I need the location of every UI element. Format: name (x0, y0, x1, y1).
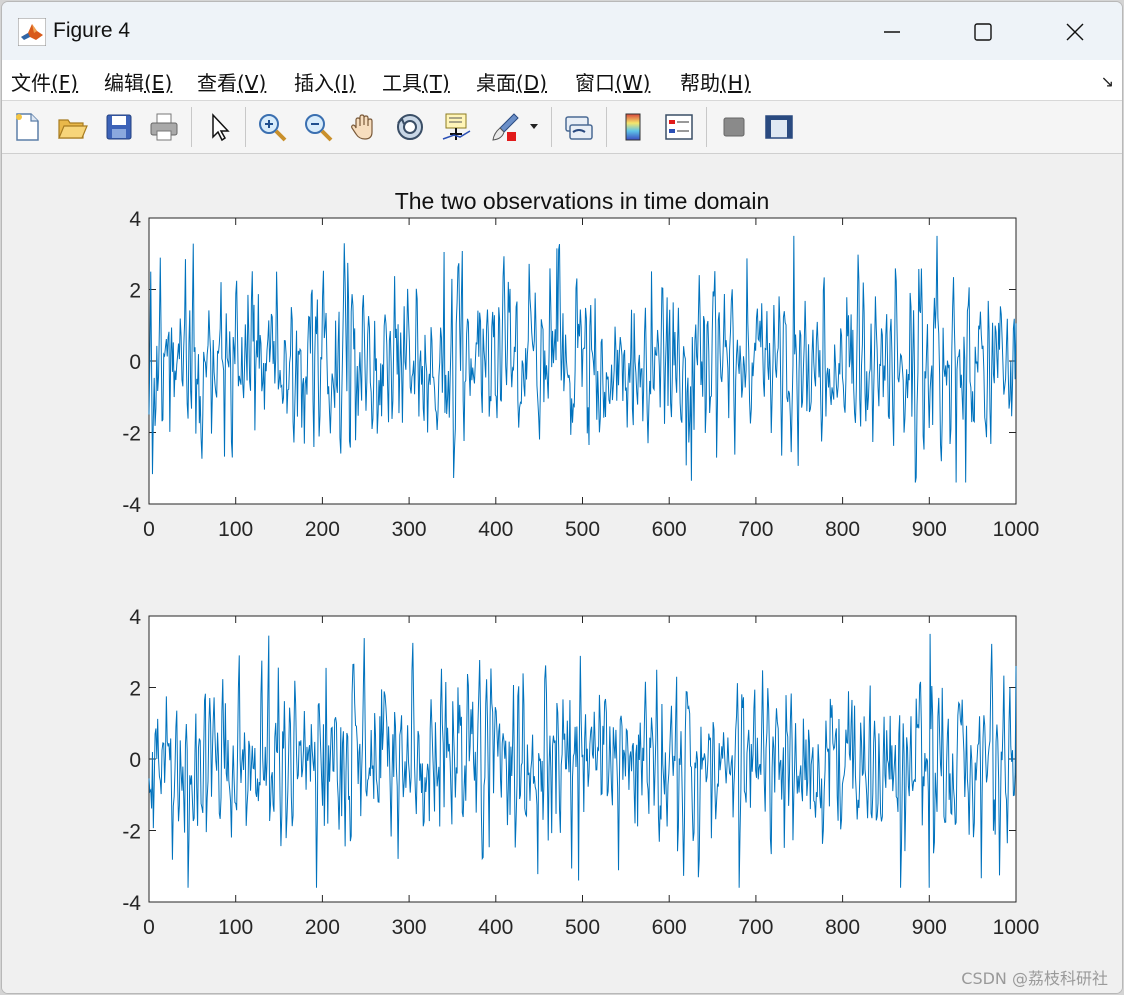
x-tick-label: 400 (478, 518, 513, 541)
toolbar-separator (606, 107, 607, 147)
open-icon (58, 119, 88, 139)
y-tick-label: 4 (129, 208, 141, 231)
x-tick-label: 500 (565, 518, 600, 541)
hide-plot-tools-button[interactable] (716, 109, 752, 145)
menu-view[interactable]: 查看(V) (197, 67, 266, 96)
menu-desktop[interactable]: 桌面(D) (476, 67, 547, 96)
figure-window: Figure 4 文件(F) 编辑(E) 查看(V) 插入(I) 工具(T) 桌… (1, 1, 1123, 994)
x-tick-label: 0 (143, 518, 155, 541)
new-figure-button[interactable] (9, 109, 45, 145)
zoom-in-icon (259, 114, 287, 142)
rotate-3d-icon (397, 114, 423, 140)
y-tick-label: -2 (122, 821, 141, 844)
brush-dropdown-button[interactable] (526, 109, 542, 145)
zoom-in-button[interactable] (254, 109, 290, 145)
toolbar-separator (551, 107, 552, 147)
close-button[interactable] (1052, 12, 1098, 52)
print-icon (150, 113, 178, 141)
dock-arrow-icon[interactable]: ↘ (1101, 72, 1114, 91)
y-tick-label: 4 (129, 606, 141, 629)
data-cursor-icon (442, 113, 471, 140)
menu-insert[interactable]: 插入(I) (294, 67, 356, 96)
figure-canvas: The two observations in time domain 0 100… (2, 154, 1122, 993)
x-tick-label: 300 (392, 518, 427, 541)
menu-file[interactable]: 文件(F) (11, 67, 78, 96)
toolbar-separator (706, 107, 707, 147)
pan-hand-icon (351, 114, 373, 140)
x-tick-label: 800 (825, 916, 860, 939)
axes-top[interactable]: The two observations in time domain 0 100… (122, 188, 1039, 541)
x-tick-label: 400 (478, 916, 513, 939)
data-cursor-button[interactable] (438, 109, 474, 145)
toolbar (2, 101, 1122, 154)
edit-plot-button[interactable] (201, 109, 237, 145)
x-tick-label: 500 (565, 916, 600, 939)
axes-top-title: The two observations in time domain (395, 188, 770, 214)
zoom-out-button[interactable] (300, 109, 336, 145)
new-figure-icon (16, 113, 39, 141)
x-tick-label: 100 (218, 518, 253, 541)
watermark: CSDN @荔枝科研社 (961, 969, 1108, 988)
x-tick-label: 600 (652, 916, 687, 939)
menu-bar: 文件(F) 编辑(E) 查看(V) 插入(I) 工具(T) 桌面(D) 窗口(W… (2, 60, 1122, 101)
zoom-out-icon (305, 114, 333, 142)
plots-canvas: The two observations in time domain 0 100… (122, 188, 1039, 939)
link-plot-icon (565, 116, 593, 140)
menu-help[interactable]: 帮助(H) (680, 67, 751, 96)
minimize-button[interactable] (869, 12, 915, 52)
save-button[interactable] (101, 109, 137, 145)
menu-window[interactable]: 窗口(W) (575, 67, 650, 96)
save-icon (106, 114, 132, 140)
y-tick-label: 0 (129, 749, 141, 772)
maximize-button[interactable] (960, 12, 1006, 52)
axes-bottom[interactable]: 0 100 200 300 400 500 600 700 800 900 1000 -4 -2 0 2 4 (122, 606, 1039, 939)
open-button[interactable] (54, 109, 90, 145)
window-title: Figure 4 (53, 19, 131, 42)
y-tick-label: 0 (129, 351, 141, 374)
matlab-logo-icon (18, 18, 46, 46)
pan-button[interactable] (346, 109, 382, 145)
close-icon (1066, 23, 1084, 41)
x-tick-label: 1000 (993, 916, 1040, 939)
toolbar-separator (191, 107, 192, 147)
link-plot-button[interactable] (561, 109, 597, 145)
y-tick-label: 2 (129, 280, 141, 303)
x-tick-label: 600 (652, 518, 687, 541)
y-tick-label: -2 (122, 423, 141, 446)
x-tick-label: 900 (912, 518, 947, 541)
x-tick-label: 0 (143, 916, 155, 939)
x-tick-label: 800 (825, 518, 860, 541)
colorbar-icon (625, 113, 641, 141)
x-tick-label: 200 (305, 916, 340, 939)
x-tick-label: 700 (738, 518, 773, 541)
brush-icon (492, 113, 519, 141)
brush-button[interactable] (486, 109, 522, 145)
x-tick-label: 1000 (993, 518, 1040, 541)
y-tick-label: -4 (122, 892, 141, 915)
x-tick-label: 300 (392, 916, 427, 939)
x-tick-label: 900 (912, 916, 947, 939)
x-tick-label: 700 (738, 916, 773, 939)
rotate-3d-button[interactable] (392, 109, 428, 145)
toolbar-separator (245, 107, 246, 147)
y-tick-label: -4 (122, 494, 141, 517)
print-button[interactable] (146, 109, 182, 145)
edit-plot-arrow-icon (212, 113, 230, 142)
colorbar-button[interactable] (615, 109, 651, 145)
y-tick-label: 2 (129, 678, 141, 701)
minimize-icon (884, 31, 900, 33)
chevron-down-icon (530, 124, 538, 129)
legend-icon (665, 114, 693, 140)
legend-button[interactable] (661, 109, 697, 145)
menu-tools[interactable]: 工具(T) (382, 67, 450, 96)
title-bar: Figure 4 (2, 2, 1122, 60)
show-plot-tools-button[interactable] (761, 109, 797, 145)
x-tick-label: 200 (305, 518, 340, 541)
menu-edit[interactable]: 编辑(E) (104, 67, 172, 96)
x-tick-label: 100 (218, 916, 253, 939)
show-tools-icon (765, 115, 793, 139)
hide-tools-icon (723, 117, 745, 137)
maximize-icon (974, 23, 992, 41)
